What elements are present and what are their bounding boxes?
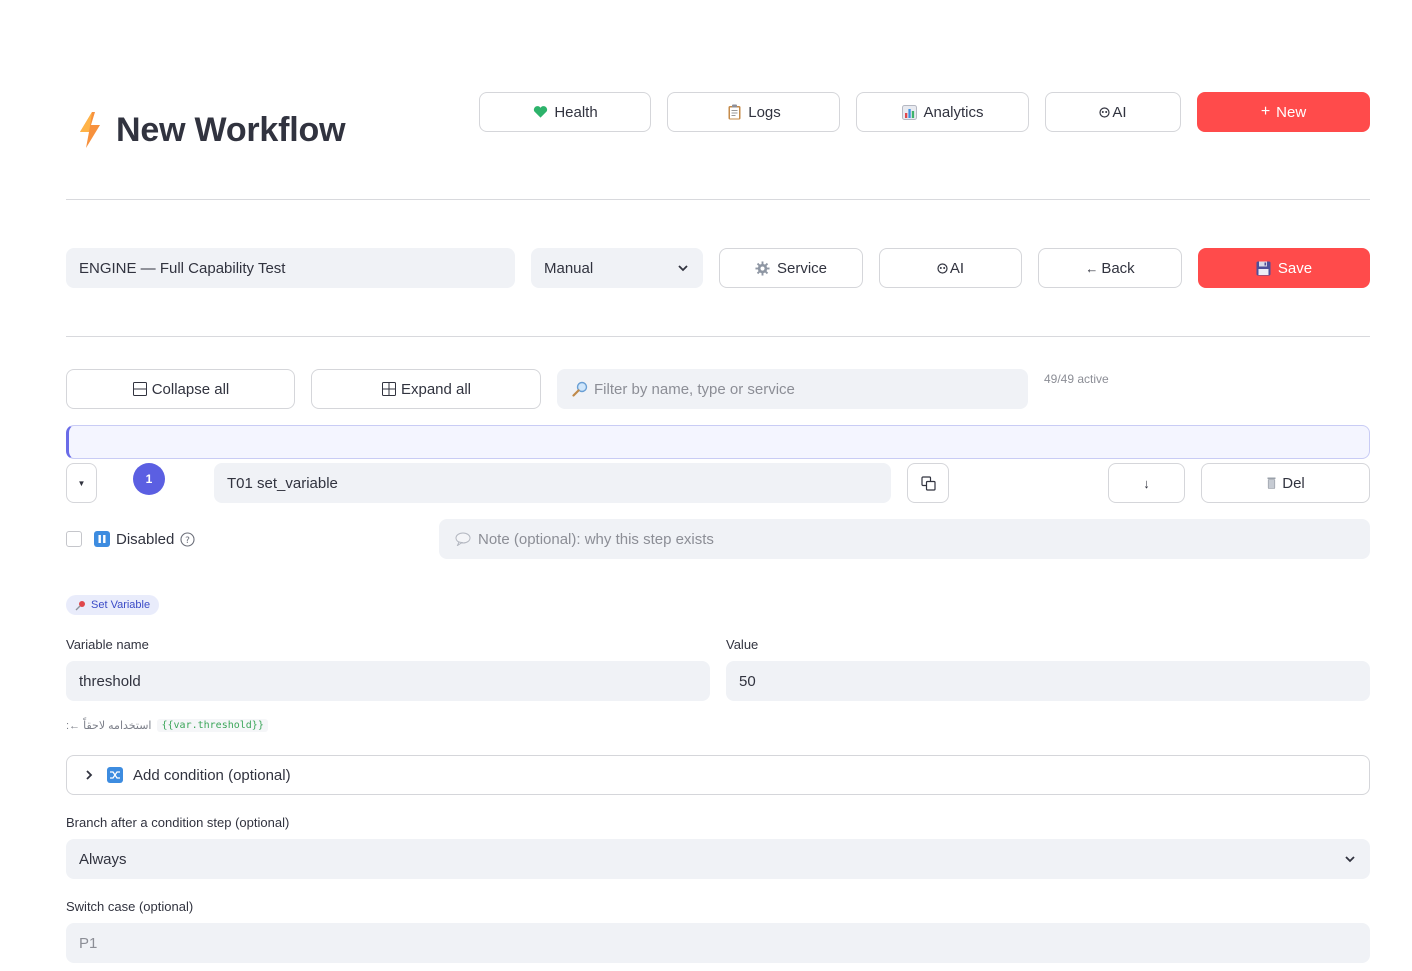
add-condition-expander[interactable]: Add condition (optional)	[66, 755, 1370, 795]
logs-button[interactable]: Logs	[667, 92, 840, 132]
caret-down-icon: ▼	[77, 478, 86, 488]
plus-icon: +	[1260, 103, 1271, 120]
health-button[interactable]: Health	[479, 92, 651, 132]
step-name-input[interactable]: T01 set_variable	[214, 463, 891, 503]
arrow-down-icon: ↓	[1143, 475, 1150, 491]
step-number-badge: 1	[133, 463, 165, 495]
service-button[interactable]: Service	[719, 248, 863, 288]
expand-icon	[381, 381, 397, 397]
svg-text:?: ?	[185, 536, 190, 546]
variable-reference-code: {{var.threshold}}	[157, 719, 268, 732]
page-header-title: New Workflow	[78, 106, 346, 154]
search-icon	[572, 381, 588, 397]
step-header-bar[interactable]	[66, 425, 1370, 459]
chevron-down-icon	[1344, 852, 1356, 864]
floppy-disk-icon	[1256, 260, 1272, 276]
variable-name-label: Variable name	[66, 637, 149, 652]
help-icon[interactable]: ?	[180, 531, 195, 547]
value-label: Value	[726, 637, 759, 652]
divider	[66, 199, 1370, 200]
workflow-name-input[interactable]: ENGINE — Full Capability Test	[66, 248, 515, 288]
clipboard-icon	[726, 104, 742, 120]
arrow-left-icon: ←	[1085, 260, 1099, 276]
chevron-down-icon	[677, 261, 689, 273]
pushpin-icon	[75, 600, 86, 611]
step-toggle-button[interactable]: ▼	[66, 463, 97, 503]
collapse-icon	[132, 381, 148, 397]
collapse-all-button[interactable]: Collapse all	[66, 369, 295, 409]
switch-case-input[interactable]: P1	[66, 923, 1370, 963]
analytics-button[interactable]: Analytics	[856, 92, 1029, 132]
step-note-input[interactable]: Note (optional): why this step exists	[439, 519, 1370, 559]
lightning-icon	[78, 112, 102, 148]
delete-step-button[interactable]: Del	[1201, 463, 1370, 503]
disabled-checkbox[interactable]	[66, 531, 82, 547]
switch-case-label: Switch case (optional)	[66, 899, 194, 914]
ai-toolbar-button[interactable]: AI	[879, 248, 1022, 288]
gear-icon	[755, 260, 771, 276]
expand-all-button[interactable]: Expand all	[311, 369, 541, 409]
ai-header-button[interactable]: AI	[1045, 92, 1181, 132]
pause-icon	[94, 531, 110, 547]
bar-chart-icon	[901, 104, 917, 120]
divider	[66, 336, 1370, 337]
value-input[interactable]: 50	[726, 661, 1370, 701]
green-heart-icon	[532, 104, 548, 120]
page-title: New Workflow	[116, 110, 346, 149]
filter-steps-input[interactable]: Filter by name, type or service	[557, 369, 1028, 409]
branch-select[interactable]: Always	[66, 839, 1370, 879]
chevron-right-icon	[83, 769, 97, 781]
step-type-tag: Set Variable	[66, 595, 160, 615]
copy-icon	[920, 475, 936, 491]
trash-icon	[1266, 475, 1276, 491]
move-down-button[interactable]: ↓	[1108, 463, 1185, 503]
new-workflow-button[interactable]: + New	[1197, 92, 1370, 132]
shuffle-icon	[107, 767, 123, 783]
trigger-select[interactable]: Manual	[531, 248, 703, 288]
active-count: 49/49 active	[1044, 372, 1109, 386]
speech-bubble-icon	[455, 532, 471, 546]
disabled-label: Disabled ?	[94, 529, 195, 549]
ai-icon	[1099, 104, 1111, 120]
usage-hint-text: استخدامه لاحقاً ←:	[66, 720, 152, 732]
branch-label: Branch after a condition step (optional)	[66, 815, 290, 830]
back-button[interactable]: ← Back	[1038, 248, 1182, 288]
usage-hint: استخدامه لاحقاً ←: {{var.threshold}}	[66, 719, 268, 732]
save-button[interactable]: Save	[1198, 248, 1370, 288]
ai-icon	[937, 260, 948, 276]
variable-name-input[interactable]: threshold	[66, 661, 710, 701]
duplicate-step-button[interactable]	[907, 463, 949, 503]
